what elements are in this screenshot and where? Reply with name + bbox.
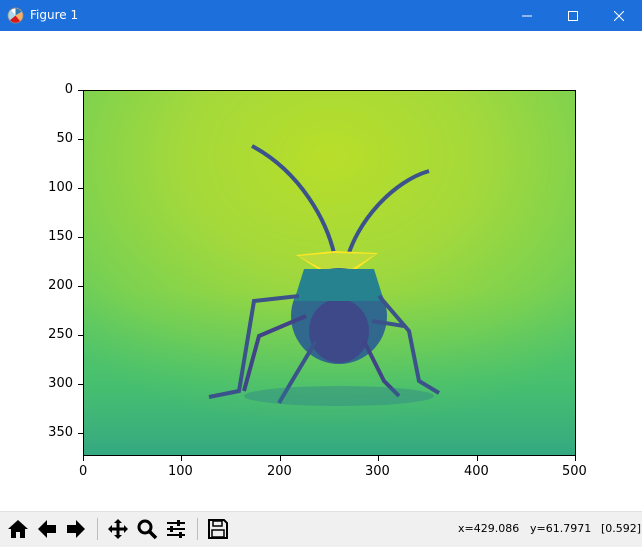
- matplotlib-icon: [7, 7, 24, 24]
- cursor-x-readout: x=429.086: [458, 522, 520, 535]
- y-tick-mark: [78, 286, 83, 287]
- x-tick-mark: [575, 456, 576, 461]
- y-tick-label: 200: [48, 278, 73, 293]
- home-icon: [8, 520, 28, 538]
- x-tick-mark: [280, 456, 281, 461]
- y-tick-mark: [78, 237, 83, 238]
- back-button[interactable]: [34, 516, 60, 542]
- configure-icon: [167, 520, 185, 538]
- zoom-icon: [137, 519, 158, 540]
- image-axes[interactable]: [83, 90, 576, 456]
- x-tick-label: 300: [365, 464, 390, 479]
- close-icon: [614, 10, 624, 21]
- pan-icon: [108, 519, 128, 539]
- y-tick-mark: [78, 139, 83, 140]
- y-tick-mark: [78, 433, 83, 434]
- pixel-value-readout: [0.592]: [601, 522, 642, 535]
- save-button[interactable]: [205, 516, 231, 542]
- y-tick-mark: [78, 188, 83, 189]
- pan-button[interactable]: [105, 516, 131, 542]
- x-tick-label: 500: [562, 464, 587, 479]
- y-tick-mark: [78, 384, 83, 385]
- configure-subplots-button[interactable]: [163, 516, 189, 542]
- maximize-icon: [568, 10, 578, 21]
- cursor-y-readout: y=61.7971: [530, 522, 592, 535]
- save-icon: [208, 519, 228, 539]
- window-titlebar: Figure 1: [0, 0, 642, 31]
- y-tick-mark: [78, 90, 83, 91]
- forward-icon: [67, 520, 85, 538]
- insect-image: [84, 91, 575, 455]
- zoom-button[interactable]: [134, 516, 160, 542]
- home-button[interactable]: [5, 516, 31, 542]
- y-tick-mark: [78, 335, 83, 336]
- x-tick-label: 400: [464, 464, 489, 479]
- close-button[interactable]: [596, 0, 642, 31]
- y-tick-label: 100: [48, 180, 73, 195]
- x-tick-label: 0: [79, 464, 88, 479]
- x-tick-label: 100: [168, 464, 193, 479]
- y-tick-label: 50: [56, 131, 73, 146]
- forward-button[interactable]: [63, 516, 89, 542]
- y-tick-label: 150: [48, 229, 73, 244]
- figure-canvas[interactable]: 0 50 100 150 200 250 300 350 0 100 200 3…: [0, 31, 642, 511]
- back-icon: [38, 520, 56, 538]
- x-tick-mark: [378, 456, 379, 461]
- y-tick-label: 250: [48, 327, 73, 342]
- y-tick-label: 300: [48, 376, 73, 391]
- toolbar-separator: [97, 518, 98, 540]
- window-title: Figure 1: [30, 8, 79, 22]
- minimize-button[interactable]: [504, 0, 550, 31]
- x-tick-mark: [181, 456, 182, 461]
- minimize-icon: [522, 15, 532, 16]
- y-tick-label: 0: [64, 82, 73, 97]
- navigation-toolbar: x=429.086 y=61.7971 [0.592]: [0, 511, 642, 547]
- x-tick-label: 200: [267, 464, 292, 479]
- x-tick-mark: [83, 456, 84, 461]
- maximize-button[interactable]: [550, 0, 596, 31]
- y-tick-label: 350: [48, 425, 73, 440]
- toolbar-separator: [197, 518, 198, 540]
- x-tick-mark: [477, 456, 478, 461]
